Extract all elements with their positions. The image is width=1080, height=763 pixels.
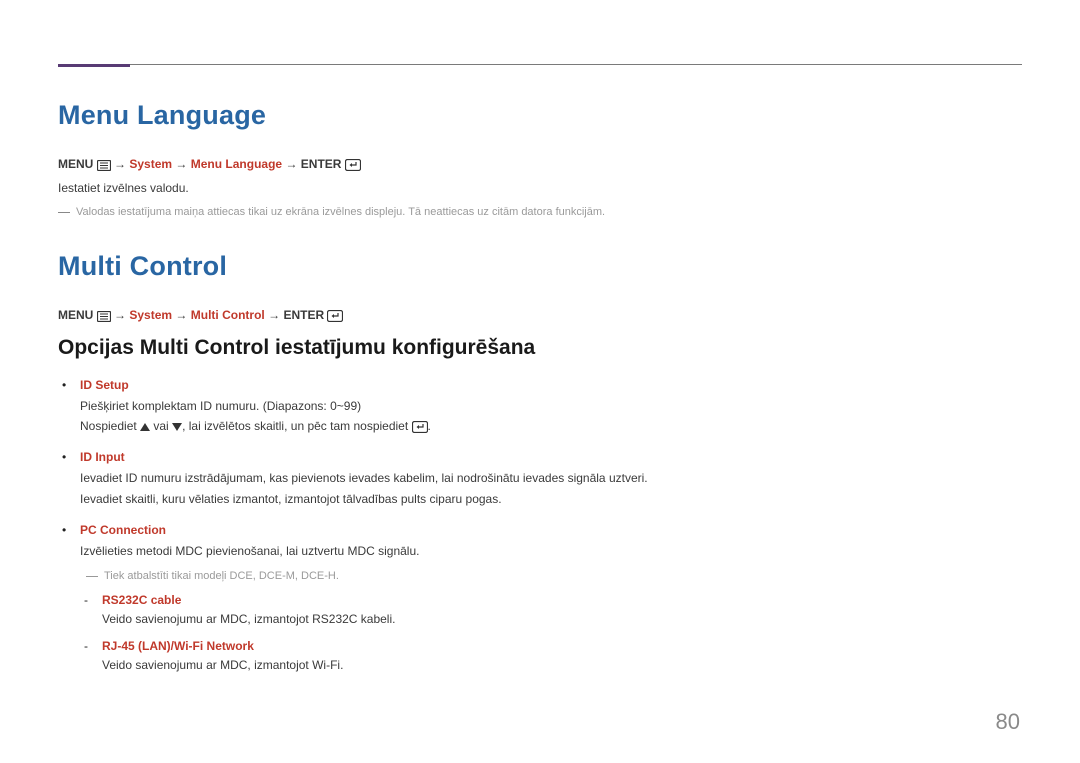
menu-path-prefix: MENU	[58, 308, 93, 322]
menu-path-system: System	[129, 308, 172, 322]
id-setup-line2c: , lai izvēlētos skaitli, un pēc tam nosp…	[182, 419, 411, 433]
menu-path-enter: ENTER	[301, 157, 342, 171]
dash-title-rs232c: RS232C cable	[102, 593, 1022, 607]
bullet-body: Piešķiriet komplektam ID numuru. (Diapaz…	[80, 396, 1022, 437]
enter-icon	[412, 419, 428, 433]
triangle-down-icon	[172, 423, 182, 431]
section1-note-text: Valodas iestatījuma maiņa attiecas tikai…	[76, 204, 605, 221]
arrow-icon: →	[114, 308, 129, 322]
section-multi-control: Multi Control MENU → System → Multi Cont…	[58, 251, 1022, 675]
enter-icon	[345, 157, 361, 171]
pc-connection-note: Tiek atbalstīti tikai modeļi DCE, DCE-M,…	[86, 568, 1022, 585]
pc-connection-note-text: Tiek atbalstīti tikai modeļi DCE, DCE-M,…	[104, 568, 339, 585]
arrow-icon: →	[268, 308, 283, 322]
menu-path-prefix: MENU	[58, 157, 93, 171]
section1-note: Valodas iestatījuma maiņa attiecas tikai…	[58, 204, 1022, 221]
note-dash-icon	[58, 212, 70, 221]
bullet-body: Izvēlieties metodi MDC pievienošanai, la…	[80, 541, 1022, 561]
bullet-body: Ievadiet ID numuru izstrādājumam, kas pi…	[80, 468, 1022, 509]
menu-icon	[97, 157, 111, 171]
id-setup-line2a: Nospiediet	[80, 419, 140, 433]
note-dash-icon	[86, 576, 98, 585]
header-rule	[58, 64, 1022, 65]
enter-icon	[327, 308, 343, 322]
bullet-title-pc-connection: PC Connection	[80, 523, 1022, 537]
section-title-menu-language: Menu Language	[58, 100, 1022, 131]
menu-path-item: Multi Control	[191, 308, 265, 322]
id-setup-line1: Piešķiriet komplektam ID numuru. (Diapaz…	[80, 399, 361, 413]
arrow-icon: →	[175, 157, 190, 171]
menu-path-enter: ENTER	[283, 308, 324, 322]
triangle-up-icon	[140, 423, 150, 431]
document-page: Menu Language MENU → System → Menu Langu…	[0, 0, 1080, 763]
dash-title-rj45: RJ-45 (LAN)/Wi-Fi Network	[102, 639, 1022, 653]
list-item: RJ-45 (LAN)/Wi-Fi Network Veido savienoj…	[102, 639, 1022, 675]
list-item: PC Connection Izvēlieties metodi MDC pie…	[80, 523, 1022, 675]
bullet-title-id-setup: ID Setup	[80, 378, 1022, 392]
dash-body: Veido savienojumu ar MDC, izmantojot Wi-…	[102, 656, 1022, 675]
arrow-icon: →	[114, 157, 129, 171]
menu-path-system: System	[129, 157, 172, 171]
id-input-line1: Ievadiet ID numuru izstrādājumam, kas pi…	[80, 471, 648, 485]
list-item: ID Input Ievadiet ID numuru izstrādājuma…	[80, 450, 1022, 509]
header-accent	[58, 64, 130, 67]
id-setup-line2d: .	[428, 419, 431, 433]
dash-body: Veido savienojumu ar MDC, izmantojot RS2…	[102, 610, 1022, 629]
page-number: 80	[996, 709, 1020, 735]
multi-control-subhead: Opcijas Multi Control iestatījumu konfig…	[58, 336, 1022, 360]
bullet-title-id-input: ID Input	[80, 450, 1022, 464]
menu-path-item: Menu Language	[191, 157, 282, 171]
page-content: Menu Language MENU → System → Menu Langu…	[58, 0, 1022, 675]
id-setup-line2b: vai	[150, 419, 172, 433]
dash-list: RS232C cable Veido savienojumu ar MDC, i…	[102, 593, 1022, 675]
menu-path-menu-language: MENU → System → Menu Language → ENTER	[58, 157, 1022, 171]
section-title-multi-control: Multi Control	[58, 251, 1022, 282]
arrow-icon: →	[175, 308, 190, 322]
id-input-line2: Ievadiet skaitli, kuru vēlaties izmantot…	[80, 492, 502, 506]
arrow-icon: →	[285, 157, 300, 171]
section1-body: Iestatiet izvēlnes valodu.	[58, 179, 1022, 198]
bullet-list: ID Setup Piešķiriet komplektam ID numuru…	[80, 378, 1022, 675]
menu-icon	[97, 308, 111, 322]
pc-connection-line1: Izvēlieties metodi MDC pievienošanai, la…	[80, 544, 419, 558]
list-item: ID Setup Piešķiriet komplektam ID numuru…	[80, 378, 1022, 437]
menu-path-multi-control: MENU → System → Multi Control → ENTER	[58, 308, 1022, 322]
list-item: RS232C cable Veido savienojumu ar MDC, i…	[102, 593, 1022, 629]
